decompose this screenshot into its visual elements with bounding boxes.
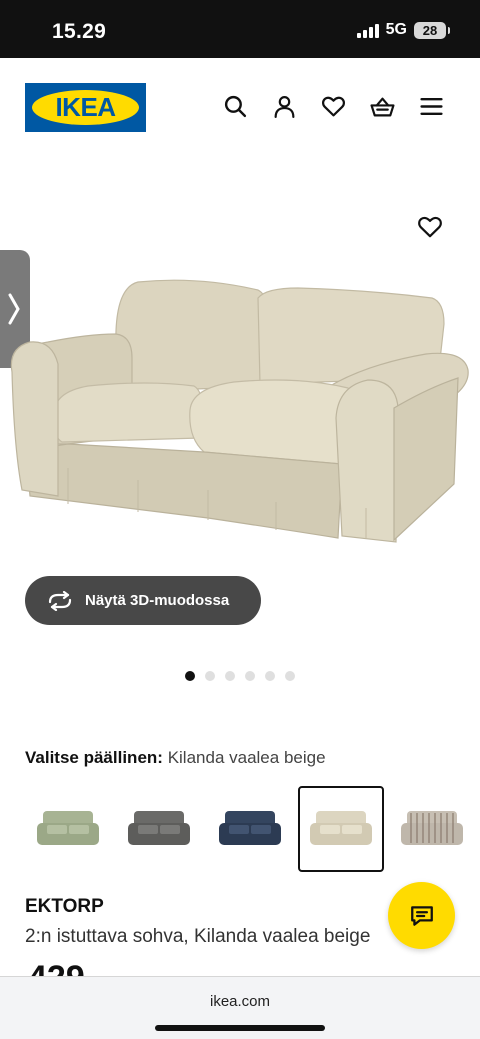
logo-text: IKEA — [55, 92, 116, 122]
carousel-dot[interactable] — [185, 671, 195, 681]
sofa-thumbnail — [310, 811, 372, 845]
carousel-dot[interactable] — [285, 671, 295, 681]
favorite-heart-icon[interactable] — [417, 214, 443, 240]
heart-icon[interactable] — [321, 94, 346, 119]
url-text: ikea.com — [209, 993, 271, 1010]
cover-option-light-beige[interactable] — [298, 786, 384, 872]
cover-option-dark-blue[interactable] — [207, 786, 293, 872]
status-indicators: 5G 28 — [356, 21, 450, 39]
sofa-thumbnail — [401, 811, 463, 845]
cover-option-striped[interactable] — [389, 786, 475, 872]
home-indicator — [155, 1025, 325, 1031]
status-bar: 15.29 5G 28 — [0, 0, 480, 58]
product-name: EKTORP — [25, 896, 104, 917]
chat-button[interactable] — [388, 882, 455, 949]
carousel-dot[interactable] — [225, 671, 235, 681]
cover-swatches — [25, 786, 480, 872]
search-icon[interactable] — [223, 94, 248, 119]
carousel-dot[interactable] — [205, 671, 215, 681]
sofa-image — [10, 279, 469, 543]
cover-option-dark-grey[interactable] — [116, 786, 202, 872]
battery-icon: 28 — [414, 21, 450, 39]
site-header: IKEA — [0, 58, 480, 152]
carousel-dots — [185, 671, 295, 681]
cart-icon[interactable] — [370, 94, 395, 119]
cover-option-green[interactable] — [25, 786, 111, 872]
product-price: 429 — [28, 958, 85, 976]
cover-value: Kilanda vaalea beige — [167, 748, 326, 767]
rotate-3d-icon — [48, 590, 72, 611]
sofa-thumbnail — [219, 811, 281, 845]
cover-selection-line: Valitse päällinen: Kilanda vaalea beige — [25, 748, 326, 768]
status-time: 15.29 — [52, 20, 107, 43]
network-label: 5G — [385, 21, 407, 38]
view-3d-button[interactable]: Näytä 3D-muodossa — [25, 576, 261, 625]
sofa-thumbnail — [128, 811, 190, 845]
signal-icon — [356, 23, 379, 38]
view-3d-label: Näytä 3D-muodossa — [85, 592, 230, 609]
carousel-dot[interactable] — [245, 671, 255, 681]
carousel-dot[interactable] — [265, 671, 275, 681]
sofa-thumbnail — [37, 811, 99, 845]
ikea-logo[interactable]: IKEA — [25, 83, 146, 132]
chat-icon — [410, 905, 433, 926]
user-icon[interactable] — [272, 94, 297, 119]
browser-url-bar[interactable]: ikea.com — [0, 976, 480, 1039]
cover-label: Valitse päällinen: — [25, 748, 163, 767]
menu-icon[interactable] — [419, 94, 444, 119]
product-description: 2:n istuttava sohva, Kilanda vaalea beig… — [25, 926, 371, 947]
header-actions — [223, 94, 444, 119]
